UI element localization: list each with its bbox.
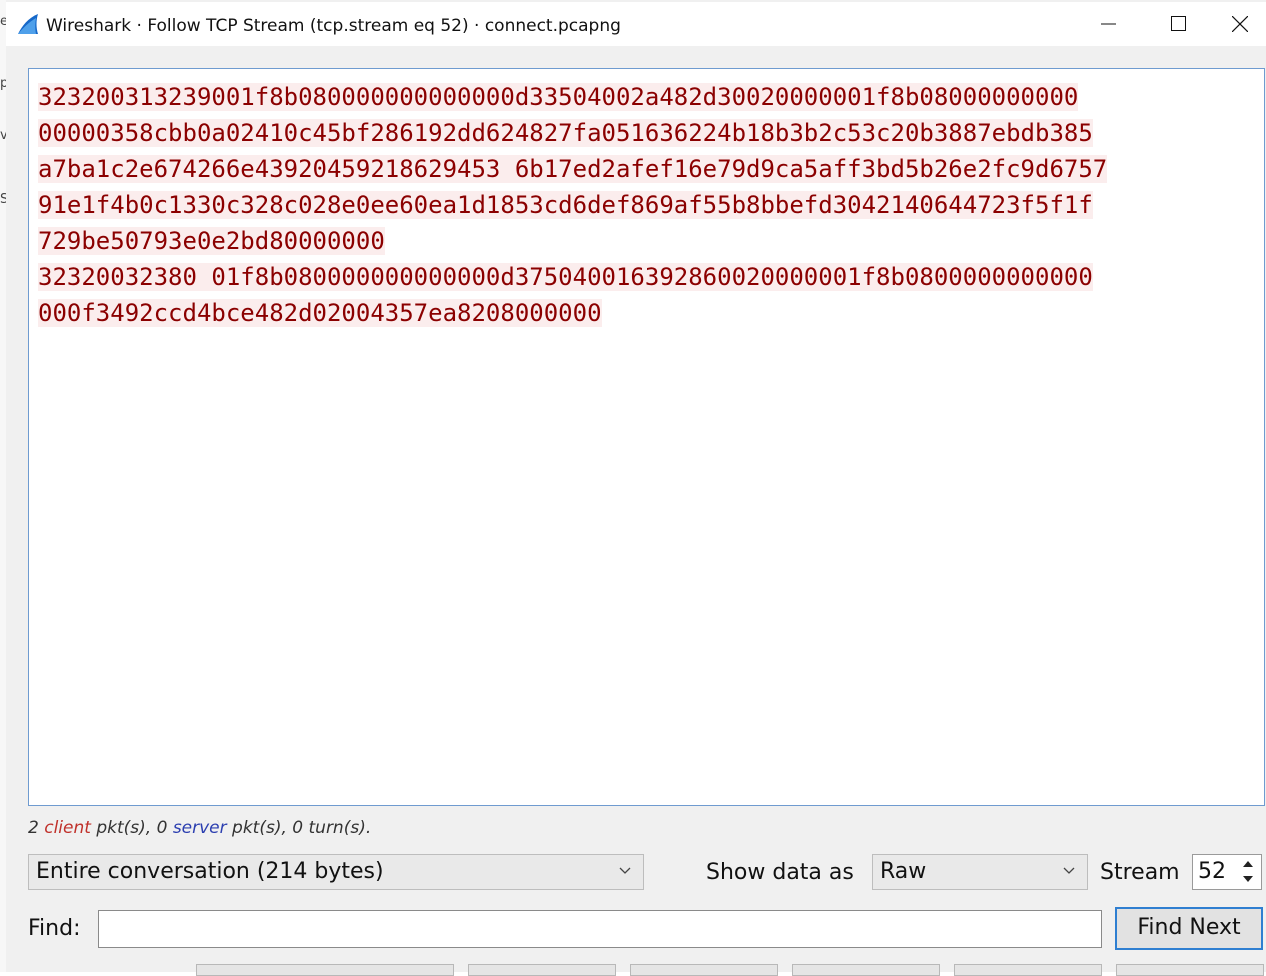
spin-up-button[interactable] [1237, 857, 1259, 872]
title-bar[interactable]: Wireshark · Follow TCP Stream (tcp.strea… [6, 2, 1266, 46]
stream-number-value: 52 [1198, 859, 1226, 884]
window-title: Wireshark · Follow TCP Stream (tcp.strea… [46, 16, 621, 36]
stream-line: 323200313239001f8b080000000000000d335040… [38, 83, 1079, 111]
packet-summary: 2 client pkt(s), 0 server pkt(s), 0 turn… [28, 818, 372, 838]
chevron-down-icon [1063, 867, 1075, 874]
show-data-as-select[interactable]: Raw [872, 854, 1088, 890]
show-data-as-value: Raw [880, 859, 927, 884]
spin-down-button[interactable] [1237, 872, 1259, 887]
stream-line: a7ba1c2e674266e43920459218629453 6b17ed2… [38, 155, 1108, 183]
stream-line: 91e1f4b0c1330c328c028e0ee60ea1d1853cd6de… [38, 191, 1093, 219]
stream-line: 32320032380 01f8b080000000000000d3750400… [38, 263, 1093, 291]
close-icon [1232, 16, 1248, 32]
close-button[interactable] [1214, 2, 1266, 46]
find-label: Find: [28, 916, 81, 941]
client-label: client [44, 818, 91, 838]
minimize-icon [1101, 23, 1116, 25]
conversation-select-value: Entire conversation (214 bytes) [36, 859, 384, 884]
bottom-button[interactable] [954, 964, 1102, 976]
find-input[interactable] [98, 910, 1102, 948]
server-label: server [172, 818, 227, 838]
chevron-down-icon [619, 867, 631, 874]
stream-line: 729be50793e0e2bd80000000 [38, 227, 385, 255]
bottom-button[interactable] [1116, 964, 1264, 976]
stream-label: Stream [1100, 860, 1180, 885]
bottom-button[interactable] [468, 964, 616, 976]
show-data-as-label: Show data as [706, 860, 854, 885]
conversation-select[interactable]: Entire conversation (214 bytes) [28, 854, 644, 890]
stream-text: 323200313239001f8b080000000000000d335040… [38, 79, 1108, 331]
stream-content-view[interactable]: 323200313239001f8b080000000000000d335040… [28, 68, 1265, 806]
stream-line: 000f3492ccd4bce482d02004357ea8208000000 [38, 299, 602, 327]
caret-up-icon [1243, 861, 1253, 867]
stream-line: 00000358cbb0a02410c45bf286192dd624827fa0… [38, 119, 1093, 147]
maximize-icon [1171, 16, 1186, 31]
caret-down-icon [1243, 876, 1253, 882]
bottom-button[interactable] [196, 964, 454, 976]
stream-number-spinbox[interactable]: 52 [1192, 854, 1262, 890]
bottom-button[interactable] [792, 964, 940, 976]
find-next-button[interactable]: Find Next [1115, 907, 1263, 950]
maximize-button[interactable] [1144, 2, 1214, 46]
follow-tcp-stream-dialog: Wireshark · Follow TCP Stream (tcp.strea… [6, 0, 1266, 976]
wireshark-fin-icon [18, 14, 38, 34]
bottom-button[interactable] [630, 964, 778, 976]
minimize-button[interactable] [1074, 2, 1144, 46]
